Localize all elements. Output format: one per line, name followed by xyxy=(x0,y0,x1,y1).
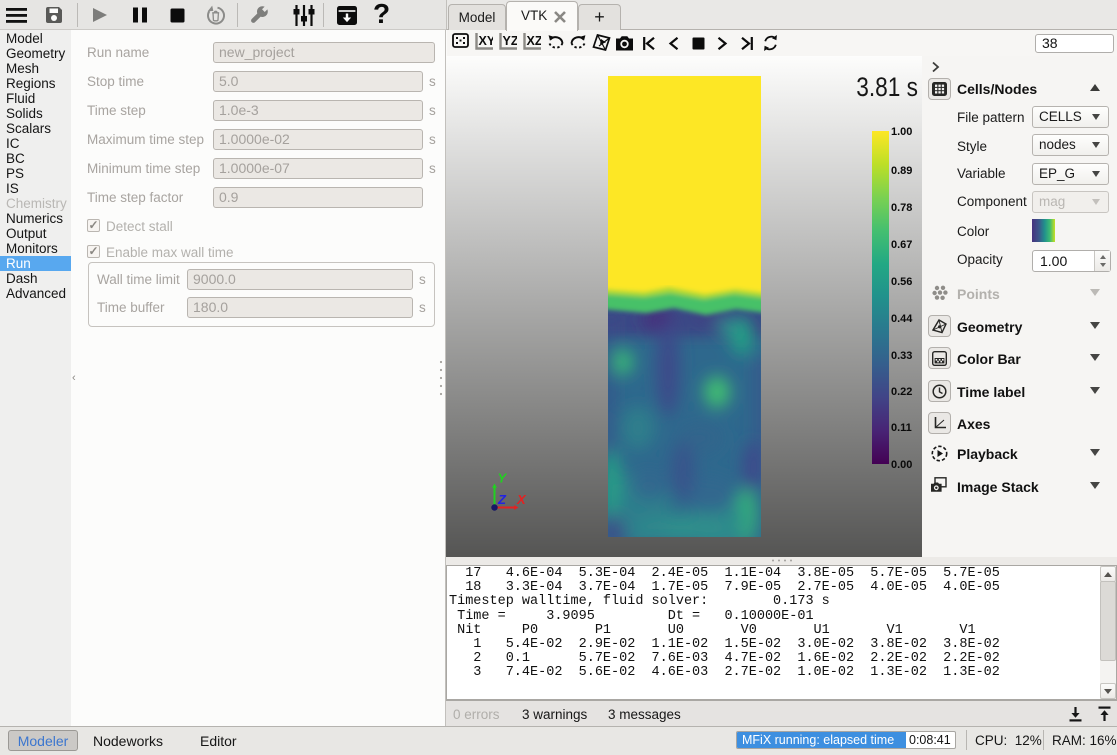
svg-text:XY: XY xyxy=(479,34,494,48)
svg-text:XZ: XZ xyxy=(527,34,542,48)
svg-text:Y: Y xyxy=(498,471,508,486)
svg-text:X: X xyxy=(516,492,527,507)
svg-text:YZ: YZ xyxy=(503,34,518,48)
svg-text:Z: Z xyxy=(497,492,507,507)
